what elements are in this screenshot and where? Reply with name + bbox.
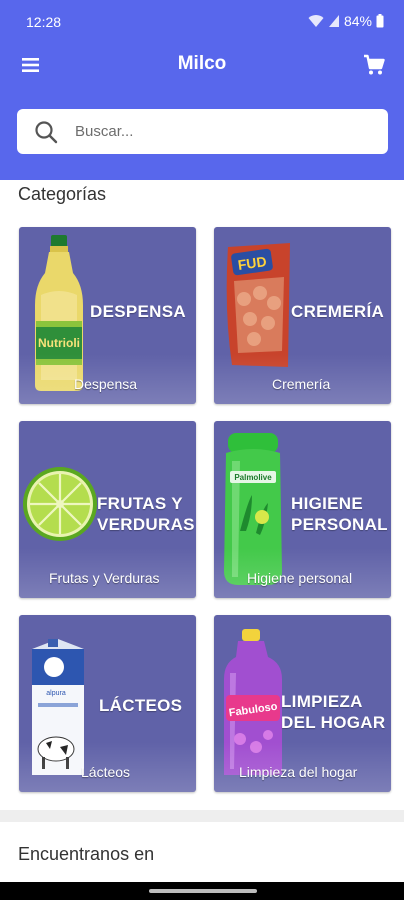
shopping-cart-icon <box>364 54 385 75</box>
app-title: Milco <box>177 53 227 74</box>
card-title: HIGIENE PERSONAL <box>291 493 388 535</box>
category-card-despensa[interactable]: Nutrioli DESPENSA Despensa <box>19 227 196 404</box>
card-label: Higiene personal <box>247 570 353 586</box>
category-card-higiene-personal[interactable]: Palmolive HIGIENE PERSONAL Higiene perso… <box>214 421 391 598</box>
card-label: Limpieza del hogar <box>239 764 358 780</box>
card-label: Lácteos <box>81 764 131 780</box>
card-label: Cremería <box>272 376 331 392</box>
card-title-line1: FRUTAS Y <box>97 494 183 513</box>
card-title: CREMERÍA <box>291 301 384 322</box>
home-gesture-handle[interactable] <box>149 889 257 893</box>
card-title-line2: PERSONAL <box>291 515 388 534</box>
card-title: LÁCTEOS <box>99 695 182 716</box>
card-label: Frutas y Verduras <box>49 570 160 586</box>
search-icon <box>35 120 58 143</box>
search-input[interactable] <box>75 123 355 140</box>
app-header: 12:28 84% Milco <box>0 0 404 180</box>
card-title-line2: DEL HOGAR <box>281 713 386 732</box>
card-title-line1: CREMERÍA <box>291 302 385 321</box>
cart-button[interactable] <box>362 53 386 77</box>
status-bar: 12:28 84% <box>0 0 404 44</box>
card-title: LIMPIEZA DEL HOGAR <box>281 691 385 733</box>
sausage-pack-image: FUD <box>226 243 290 367</box>
svg-text:Palmolive: Palmolive <box>234 473 272 482</box>
category-card-frutas-y-verduras[interactable]: FRUTAS Y VERDURAS Frutas y Verduras <box>19 421 196 598</box>
battery-percent: 84% <box>343 13 372 29</box>
card-title-line1: HIGIENE <box>291 494 364 513</box>
category-card-cremeria[interactable]: FUD CREMERÍA Cremería <box>214 227 391 404</box>
svg-text:Nutrioli: Nutrioli <box>38 336 80 350</box>
wifi-icon <box>308 15 324 27</box>
card-label: Despensa <box>74 376 138 392</box>
category-card-limpieza-del-hogar[interactable]: Fabuloso LIMPIEZA DEL HOGAR Limpieza del… <box>214 615 391 792</box>
battery-icon <box>376 14 384 28</box>
card-title: FRUTAS Y VERDURAS <box>97 493 195 535</box>
card-title: DESPENSA <box>90 301 186 322</box>
section-divider <box>0 810 404 822</box>
find-us-heading: Encuentranos en <box>18 844 155 864</box>
svg-text:alpura: alpura <box>46 690 66 697</box>
app-bar: Milco <box>0 44 404 86</box>
search-bar[interactable] <box>17 109 388 154</box>
status-indicators: 84% <box>308 13 384 29</box>
category-card-lacteos[interactable]: alpura LÁCTEOS Lácteos <box>19 615 196 792</box>
lime-slice-image <box>23 467 97 541</box>
status-time: 12:28 <box>26 14 62 30</box>
card-title-line1: LIMPIEZA <box>281 692 363 711</box>
card-title-line2: VERDURAS <box>97 515 195 534</box>
card-title-line1: DESPENSA <box>90 302 186 321</box>
categories-heading: Categorías <box>18 184 107 204</box>
signal-icon <box>328 15 339 27</box>
system-nav-bar <box>0 882 404 900</box>
main-content: Categorías Nutrioli DESPENSA Despensa FU… <box>0 180 404 900</box>
card-title-line1: LÁCTEOS <box>99 696 183 715</box>
